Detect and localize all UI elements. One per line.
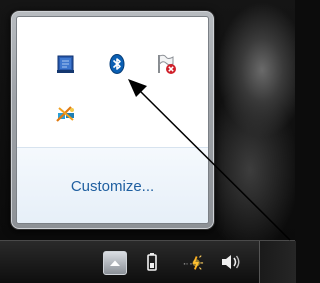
show-hidden-icons-button[interactable] <box>103 251 127 275</box>
hidden-icons-area <box>17 17 208 147</box>
show-desktop-button[interactable] <box>259 241 296 283</box>
power-plug-icon[interactable] <box>182 251 204 273</box>
taskbar <box>0 240 296 283</box>
customize-link[interactable]: Customize... <box>17 178 208 195</box>
action-center-flag-icon[interactable] <box>154 52 178 76</box>
notification-area-flyout: Customize... <box>10 10 215 230</box>
network-adapter-icon[interactable] <box>54 52 78 76</box>
network-disconnected-icon[interactable] <box>54 102 78 126</box>
bluetooth-icon[interactable] <box>105 52 129 76</box>
speaker-icon[interactable] <box>220 251 242 273</box>
flyout-panel: Customize... <box>16 16 209 224</box>
chevron-up-icon <box>110 260 120 266</box>
flyout-footer: Customize... <box>17 147 208 223</box>
battery-icon[interactable] <box>141 251 163 273</box>
